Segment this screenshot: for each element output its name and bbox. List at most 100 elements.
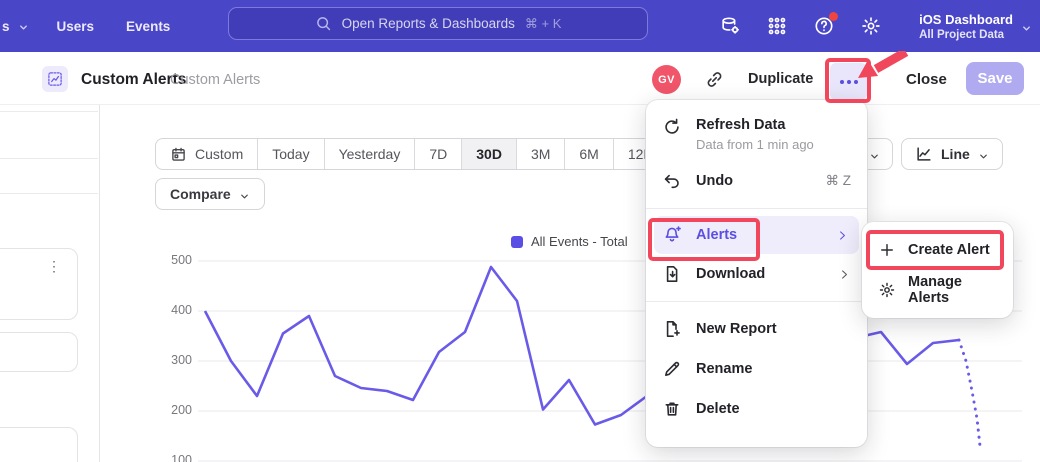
menu-item-label: Undo bbox=[696, 173, 733, 189]
gear-icon bbox=[878, 281, 896, 299]
chevron-down-icon bbox=[18, 21, 29, 32]
chevron-down-icon bbox=[869, 149, 880, 160]
menu-item-rename[interactable]: Rename bbox=[646, 349, 867, 389]
menu-item-subtitle: Data from 1 min ago bbox=[696, 137, 814, 152]
chevron-down-icon bbox=[1021, 21, 1032, 32]
range-6m[interactable]: 6M bbox=[565, 139, 613, 169]
data-management-icon[interactable] bbox=[719, 15, 741, 37]
range-30d[interactable]: 30D bbox=[462, 139, 517, 169]
y-axis-tick: 500 bbox=[160, 253, 192, 267]
search-input[interactable]: Open Reports & Dashboards ⌘ + K bbox=[228, 7, 648, 40]
sidebar-card[interactable] bbox=[0, 332, 78, 372]
chevron-right-icon bbox=[836, 229, 849, 242]
submenu-item-manage-alerts[interactable]: Manage Alerts bbox=[862, 270, 1013, 310]
menu-item-label: Alerts bbox=[696, 227, 737, 243]
help-icon[interactable] bbox=[813, 15, 835, 37]
compare-label: Compare bbox=[170, 186, 231, 202]
range-label: Today bbox=[272, 146, 309, 162]
nav-item-users[interactable]: Users bbox=[57, 19, 95, 34]
calendar-icon bbox=[170, 146, 187, 163]
avatar[interactable]: GV bbox=[652, 65, 681, 94]
nav-left: s Users Events bbox=[0, 0, 170, 52]
undo-icon bbox=[662, 171, 682, 191]
project-name: iOS Dashboard bbox=[919, 12, 1013, 27]
sidebar-divider bbox=[0, 158, 98, 159]
range-yesterday[interactable]: Yesterday bbox=[325, 139, 416, 169]
report-header: Custom Alerts Custom Alerts bbox=[0, 52, 1040, 105]
menu-divider bbox=[646, 208, 867, 209]
range-label: 7D bbox=[429, 146, 447, 162]
shortcut-label: ⌘ Z bbox=[826, 173, 852, 189]
y-axis-tick: 200 bbox=[160, 403, 192, 417]
settings-gear-icon[interactable] bbox=[860, 15, 882, 37]
rename-icon bbox=[662, 359, 682, 379]
nav-icons bbox=[719, 0, 882, 52]
new-report-icon bbox=[662, 319, 682, 339]
project-text: iOS Dashboard All Project Data bbox=[919, 12, 1013, 41]
more-options-menu: Refresh Data Data from 1 min ago Undo ⌘ Z Al… bbox=[646, 100, 867, 447]
sidebar-card[interactable]: ⋮ bbox=[0, 248, 78, 320]
range-label: Yesterday bbox=[339, 146, 401, 162]
sidebar-divider bbox=[0, 193, 98, 194]
menu-item-refresh-data[interactable]: Refresh Data Data from 1 min ago bbox=[646, 109, 867, 161]
submenu-item-create-alert[interactable]: Create Alert bbox=[862, 230, 1013, 270]
y-axis-tick: 300 bbox=[160, 353, 192, 367]
menu-item-alerts[interactable]: Alerts bbox=[654, 216, 859, 254]
chevron-right-icon bbox=[838, 268, 851, 281]
range-label: Custom bbox=[195, 146, 243, 162]
alerts-submenu: Create Alert Manage Alerts bbox=[862, 222, 1013, 318]
chart-type-button[interactable]: Line bbox=[901, 138, 1003, 170]
delete-icon bbox=[662, 399, 682, 419]
top-nav: s Users Events Open Reports & Dashboards… bbox=[0, 0, 1040, 52]
legend-swatch bbox=[511, 236, 523, 248]
nav-partial-label: s bbox=[2, 19, 10, 34]
menu-item-download[interactable]: Download bbox=[646, 254, 867, 294]
plus-icon bbox=[878, 241, 896, 259]
submenu-item-label: Create Alert bbox=[908, 242, 990, 258]
line-chart-icon bbox=[915, 145, 933, 163]
copy-link-icon[interactable] bbox=[704, 69, 725, 90]
close-button[interactable]: Close bbox=[906, 71, 947, 88]
report-chart-icon bbox=[42, 66, 68, 92]
refresh-icon bbox=[662, 117, 682, 137]
duplicate-button[interactable]: Duplicate bbox=[748, 71, 813, 87]
compare-button[interactable]: Compare bbox=[155, 178, 265, 210]
range-custom[interactable]: Custom bbox=[156, 139, 258, 169]
app-screen: s Users Events Open Reports & Dashboards… bbox=[0, 0, 1040, 462]
breadcrumb: Custom Alerts bbox=[170, 72, 260, 88]
apps-grid-icon[interactable] bbox=[766, 15, 788, 37]
menu-item-delete[interactable]: Delete bbox=[646, 389, 867, 429]
nav-item-events[interactable]: Events bbox=[126, 19, 170, 34]
project-scope: All Project Data bbox=[919, 29, 1013, 41]
project-selector[interactable]: iOS Dashboard All Project Data bbox=[919, 0, 1032, 52]
date-range-bar: CustomTodayYesterday7D30D3M6M12M bbox=[155, 138, 670, 170]
nav-item-boards-partial[interactable]: s bbox=[2, 19, 29, 34]
menu-item-label: New Report bbox=[696, 321, 777, 337]
download-icon bbox=[662, 264, 682, 284]
save-button[interactable]: Save bbox=[966, 62, 1024, 95]
range-today[interactable]: Today bbox=[258, 139, 324, 169]
menu-item-label: Rename bbox=[696, 361, 752, 377]
y-axis-tick: 400 bbox=[160, 303, 192, 317]
range-label: 30D bbox=[476, 146, 502, 162]
submenu-item-label: Manage Alerts bbox=[908, 274, 997, 306]
range-label: 6M bbox=[579, 146, 598, 162]
range-7d[interactable]: 7D bbox=[415, 139, 462, 169]
menu-item-label: Refresh Data bbox=[696, 117, 814, 133]
search-shortcut: ⌘ + K bbox=[525, 16, 562, 32]
legend-label: All Events - Total bbox=[531, 234, 628, 249]
more-vertical-icon[interactable]: ⋮ bbox=[47, 259, 61, 273]
range-3m[interactable]: 3M bbox=[517, 139, 565, 169]
search-icon bbox=[315, 15, 332, 32]
chart-legend[interactable]: All Events - Total bbox=[511, 234, 628, 249]
chevron-down-icon bbox=[978, 149, 989, 160]
more-options-button[interactable] bbox=[830, 63, 867, 100]
menu-item-label: Download bbox=[696, 266, 765, 282]
menu-item-undo[interactable]: Undo ⌘ Z bbox=[646, 161, 867, 201]
query-builder-sidebar: ⋮ bbox=[0, 105, 100, 462]
menu-item-new-report[interactable]: New Report bbox=[646, 309, 867, 349]
search-placeholder: Open Reports & Dashboards bbox=[342, 16, 515, 31]
sidebar-divider bbox=[0, 111, 98, 112]
sidebar-card[interactable] bbox=[0, 427, 78, 462]
menu-divider bbox=[646, 301, 867, 302]
